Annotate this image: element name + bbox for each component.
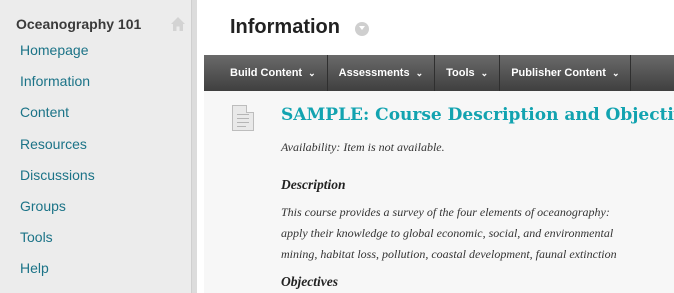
publisher-content-label: Publisher Content	[511, 67, 606, 79]
nav-item-discussions[interactable]: Discussions	[20, 163, 95, 194]
build-content-menu[interactable]: Build Content ⌄	[204, 55, 328, 91]
course-title[interactable]: Oceanography 101	[16, 16, 141, 32]
item-title-link[interactable]: SAMPLE: Course Description and Objective…	[281, 105, 674, 125]
description-line: apply their knowledge to global economic…	[281, 226, 614, 240]
content-area: SAMPLE: Course Description and Objective…	[204, 91, 674, 293]
page-title: Information	[230, 16, 340, 38]
assessments-label: Assessments	[338, 67, 410, 79]
chevron-down-icon: ⌄	[415, 67, 424, 78]
tools-label: Tools	[446, 67, 475, 79]
availability-text: Availability: Item is not available.	[281, 140, 445, 154]
publisher-content-menu[interactable]: Publisher Content ⌄	[500, 55, 632, 91]
chevron-down-icon: ⌄	[480, 67, 489, 78]
tools-menu[interactable]: Tools ⌄	[435, 55, 501, 91]
build-content-label: Build Content	[230, 67, 303, 79]
course-nav: Homepage Information Content Resources D…	[20, 38, 95, 288]
nav-item-content[interactable]: Content	[20, 100, 95, 131]
assessments-menu[interactable]: Assessments ⌄	[328, 55, 436, 91]
description-line: This course provides a survey of the fou…	[281, 205, 610, 219]
action-bar: Build Content ⌄ Assessments ⌄ Tools ⌄ Pu…	[204, 55, 674, 91]
objectives-heading: Objectives	[281, 274, 338, 289]
chevron-down-icon: ⌄	[611, 67, 620, 78]
nav-item-information[interactable]: Information	[20, 69, 95, 100]
document-icon	[232, 105, 254, 131]
description-line: mining, habitat loss, pollution, coastal…	[281, 247, 617, 261]
nav-item-resources[interactable]: Resources	[20, 132, 95, 163]
chevron-down-icon[interactable]	[355, 22, 369, 36]
chevron-down-icon: ⌄	[308, 67, 316, 78]
nav-item-help[interactable]: Help	[20, 256, 95, 287]
description-heading: Description	[281, 177, 346, 192]
nav-item-homepage[interactable]: Homepage	[20, 38, 95, 69]
nav-item-groups[interactable]: Groups	[20, 194, 95, 225]
nav-item-tools[interactable]: Tools	[20, 225, 95, 256]
sidebar-scrollbar[interactable]	[191, 0, 197, 293]
home-icon[interactable]	[170, 16, 186, 32]
course-menu: Oceanography 101 Homepage Information Co…	[0, 0, 197, 293]
